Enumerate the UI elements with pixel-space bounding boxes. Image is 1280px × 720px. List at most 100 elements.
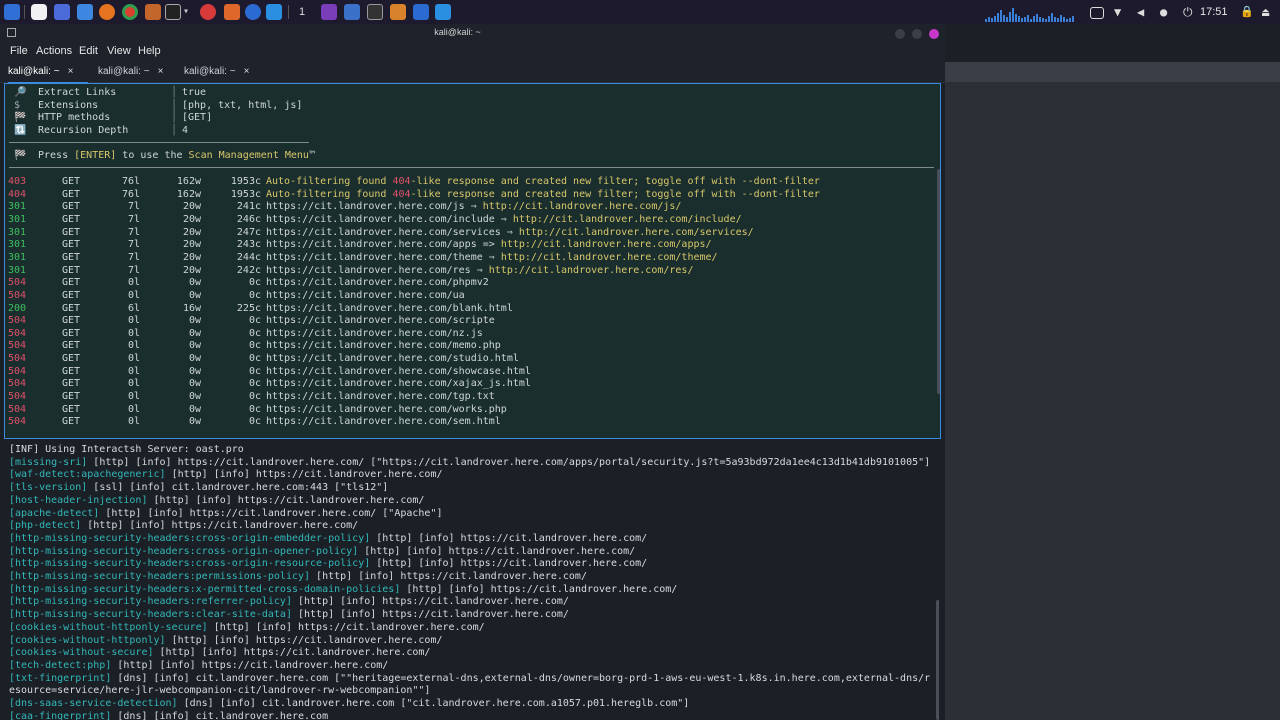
result-url[interactable]: https://cit.landrover.here.com/blank.htm… [266,302,513,315]
redirect-target[interactable]: http://cit.landrover.here.com/theme/ [501,252,718,263]
template-id: [apache-detect] [9,507,100,519]
nuclei-line: [missing-sri] [http] [info] https://cit.… [9,457,930,470]
result-url[interactable]: https://cit.landrover.here.com/showcase.… [266,365,531,378]
http-method: GET [62,226,81,238]
finding-text: [http] [info] https://cit.landrover.here… [207,621,485,633]
nuclei-line: [http-missing-security-headers:x-permitt… [9,584,677,597]
result-url[interactable]: https://cit.landrover.here.com/xajax_js.… [266,377,531,390]
config-separator: │ [171,112,178,124]
terminal-pane-bottom[interactable]: [INF] Using Interactsh Server: oast.pro[… [4,440,939,720]
burp-suite-icon[interactable] [224,4,240,20]
finding-text: [http] [info] https://cit.landrover.here… [165,634,443,646]
shield-icon[interactable] [31,4,47,20]
menu-actions[interactable]: Actions [36,45,72,57]
redirect-target[interactable]: http://cit.landrover.here.com/js/ [483,201,682,212]
http-method: GET [62,302,81,314]
scrollbar[interactable] [937,169,940,394]
kali-menu-icon[interactable] [4,4,20,20]
workspace-switcher[interactable]: 1 [294,4,310,20]
result-url[interactable]: https://cit.landrover.here.com/apps [266,239,477,250]
status-code: 504 [8,391,27,403]
menu-help[interactable]: Help [138,45,161,57]
redirect: https://cit.landrover.here.com/theme ⇒ h… [266,251,718,264]
redirect-target[interactable]: http://cit.landrover.here.com/include/ [513,214,742,225]
tab-1[interactable]: kali@kali: ~ × [8,62,88,84]
result-url[interactable]: https://cit.landrover.here.com/services [266,227,501,238]
task-icon[interactable] [390,4,406,20]
task-icon[interactable] [435,4,451,20]
clock[interactable]: 17:51 [1200,0,1228,24]
scrollbar[interactable] [936,600,939,720]
file-manager-icon[interactable] [77,4,93,20]
task-icon[interactable] [367,4,383,20]
result-row: 301 GET 7l 20w 246c https://cit.landrover.her… [5,213,935,226]
result-url[interactable]: https://cit.landrover.here.com/sem.html [266,415,501,428]
redirect-target[interactable]: http://cit.landrover.here.com/apps/ [501,239,712,250]
maximize-button[interactable] [912,29,922,39]
volume-icon[interactable]: ◀ [1137,4,1153,20]
result-row: 404 GET 76l 162w 1953c Auto-filtering found 4… [5,188,935,201]
tab-3[interactable]: kali@kali: ~ × [184,62,264,82]
close-icon[interactable]: × [68,66,74,77]
result-url[interactable]: https://cit.landrover.here.com/memo.php [266,339,501,352]
close-button[interactable] [929,29,939,39]
result-url[interactable]: https://cit.landrover.here.com/ua [266,289,465,302]
chrome-icon[interactable] [122,4,138,20]
config-icon: 🔎 [14,87,27,98]
task-icon[interactable] [413,4,429,20]
close-icon[interactable]: × [244,66,250,77]
result-url[interactable]: https://cit.landrover.here.com/js [266,201,465,212]
finding-text: [http] [info] https://cit.landrover.here… [400,583,678,595]
result-url[interactable]: https://cit.landrover.here.com/studio.ht… [266,352,519,365]
result-url[interactable]: https://cit.landrover.here.com/res [266,265,471,276]
task-icon[interactable] [321,4,337,20]
bell-icon[interactable]: ● [1160,4,1176,20]
close-icon[interactable]: × [158,66,164,77]
finding-text: [http] [info] https://cit.landrover.here… [291,596,569,608]
window-titlebar[interactable]: kali@kali: ~ [0,24,945,44]
task-icon[interactable] [344,4,360,20]
power-icon[interactable]: ⏻ [1183,4,1199,20]
maltego-icon[interactable] [200,4,216,20]
redirect-target[interactable]: http://cit.landrover.here.com/res/ [489,265,694,276]
redirect-target[interactable]: http://cit.landrover.here.com/services/ [519,227,754,238]
window-icon[interactable] [1090,7,1104,19]
line-count: 6l [127,302,140,314]
burp-icon[interactable] [145,4,161,20]
result-url[interactable]: https://cit.landrover.here.com/tgp.txt [266,390,495,403]
logout-icon[interactable]: ⏏ [1262,4,1278,20]
terminal-pane-top[interactable]: 🔎 Extract Links │ true $ Extensions │ [php, txt… [4,83,941,439]
char-count: 0c [248,365,261,377]
http-method: GET [62,201,81,213]
redirect-arrow: ⇒ [494,213,513,225]
menu-view[interactable]: View [107,45,131,57]
template-id: [http-missing-security-headers:cross-ori… [9,545,359,557]
result-url[interactable]: https://cit.landrover.here.com/include [266,214,495,225]
result-url[interactable]: https://cit.landrover.here.com/theme [266,252,483,263]
menu-file[interactable]: File [10,45,28,57]
minimize-button[interactable] [895,29,905,39]
vscode-icon[interactable] [266,4,282,20]
tab-2[interactable]: kali@kali: ~ × [98,62,178,82]
filter-text: Auto-filtering found [266,176,393,187]
line-count: 0l [127,391,140,403]
menu-edit[interactable]: Edit [79,45,98,57]
terminal-icon[interactable] [165,4,181,20]
metasploit-icon[interactable] [245,4,261,20]
char-count: 243c [236,239,261,251]
lock-icon[interactable]: 🔒 [1240,4,1256,20]
word-count: 0w [188,315,201,327]
result-url[interactable]: https://cit.landrover.here.com/scripte [266,314,495,327]
config-separator: │ [171,87,178,98]
firefox-icon[interactable] [99,4,115,20]
show-desktop-icon[interactable] [54,4,70,20]
network-icon[interactable]: ▼ [1114,4,1130,20]
result-url[interactable]: https://cit.landrover.here.com/phpmv2 [266,276,489,289]
result-url[interactable]: https://cit.landrover.here.com/nz.js [266,327,483,340]
result-url[interactable]: https://cit.landrover.here.com/works.php [266,403,507,416]
chevron-down-icon[interactable]: ▾ [183,4,193,20]
press-enter-text: Press [ENTER] to use the Scan Management… [38,149,315,162]
word-count: 0w [188,353,201,365]
config-icon: 🏁 [14,112,27,124]
template-id: [waf-detect:apachegeneric] [9,469,166,481]
